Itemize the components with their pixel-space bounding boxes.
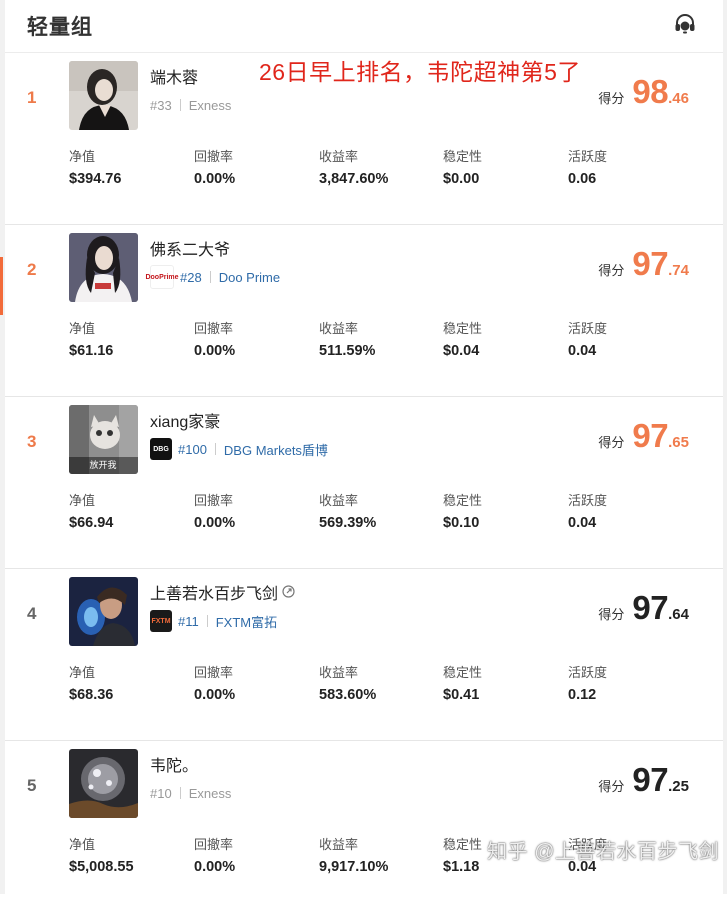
avatar[interactable] — [69, 749, 138, 818]
broker-name[interactable]: Doo Prime — [219, 270, 280, 285]
divider — [209, 271, 211, 283]
rank-number: 5 — [27, 776, 37, 795]
score-label: 得分 — [598, 91, 625, 106]
account-number[interactable]: #28 — [180, 270, 202, 285]
divider — [214, 443, 216, 455]
stat-drawdown: 回撤率 0.00% — [194, 149, 236, 187]
account-info: #33 Exness — [150, 95, 231, 115]
broker-name[interactable]: DBG Markets盾博 — [224, 440, 328, 459]
watermark: 知乎 @上善若水百步飞剑 — [487, 841, 719, 863]
account-info: #10 Exness — [150, 783, 231, 803]
stat-net-value: 净值 $68.36 — [69, 665, 114, 703]
stat-net-value: 净值 $66.94 — [69, 493, 114, 531]
rank-number: 3 — [27, 432, 37, 451]
broker-name: Exness — [188, 97, 232, 113]
divider — [206, 615, 208, 627]
score: 得分 97 .64 — [598, 589, 689, 627]
ranking-list: 1 端木蓉 #33 Exness 得分 98 .46 净值 $394.76 回撤… — [0, 53, 723, 912]
account-info: DooPrime #28 Doo Prime — [145, 265, 280, 289]
rank-number: 4 — [27, 604, 37, 623]
score: 得分 97 .74 — [598, 245, 689, 283]
divider — [179, 787, 181, 799]
score-integer: 97 — [632, 589, 669, 626]
broker-name: Exness — [188, 785, 232, 801]
score-integer: 97 — [632, 761, 669, 798]
group-header: 轻量组 — [5, 0, 723, 53]
divider — [179, 99, 181, 111]
stat-net-value: 净值 $61.16 — [69, 321, 114, 359]
trader-name[interactable]: xiang家豪 — [150, 408, 220, 432]
trader-name[interactable]: 韦陀。 — [150, 752, 198, 776]
stat-activity: 活跃度 0.04 — [568, 493, 608, 531]
stat-net-value: 净值 $5,008.55 — [69, 837, 134, 875]
score: 得分 98 .46 — [598, 73, 689, 111]
stat-net-value: 净值 $394.76 — [69, 149, 122, 187]
account-number: #33 — [150, 97, 172, 113]
stat-drawdown: 回撤率 0.00% — [194, 493, 236, 531]
external-link-icon[interactable] — [282, 585, 295, 598]
score: 得分 97 .65 — [598, 417, 689, 455]
stat-return: 收益率 511.59% — [319, 321, 376, 359]
avatar[interactable] — [69, 61, 138, 130]
rank-number: 1 — [27, 88, 37, 107]
stat-stability: 稳定性 $0.00 — [443, 149, 483, 187]
window-right-edge — [723, 0, 727, 894]
account-info: DBG #100 DBG Markets盾博 — [150, 438, 328, 460]
trader-name[interactable]: 上善若水百步飞剑 — [150, 580, 295, 604]
avatar[interactable]: 放开我 — [69, 405, 138, 474]
avatar[interactable] — [69, 233, 138, 302]
stat-activity: 活跃度 0.06 — [568, 149, 608, 187]
stat-return: 收益率 3,847.60% — [319, 149, 389, 187]
stat-stability: 稳定性 $0.41 — [443, 665, 483, 703]
score: 得分 97 .25 — [598, 761, 689, 799]
account-number[interactable]: #100 — [178, 442, 207, 457]
broker-logo: DooPrime — [145, 265, 179, 289]
ranking-card[interactable]: 4 上善若水百步飞剑 FXTM #11 FXTM富拓 得分 97 .64 净值 … — [5, 569, 723, 741]
trader-name[interactable]: 佛系二大爷 — [150, 236, 230, 260]
stat-stability: 稳定性 $0.10 — [443, 493, 483, 531]
stats-row: 净值 $61.16 回撤率 0.00% 收益率 511.59% 稳定性 $0.0… — [69, 318, 723, 362]
stat-return: 收益率 569.39% — [319, 493, 377, 531]
headset-icon[interactable] — [673, 12, 697, 36]
stat-return: 收益率 9,917.10% — [319, 837, 389, 875]
score-decimal: .65 — [668, 434, 689, 451]
score-label: 得分 — [598, 607, 625, 622]
score-integer: 98 — [632, 73, 669, 110]
ranking-card[interactable]: 2 佛系二大爷 DooPrime #28 Doo Prime 得分 97 .74 — [0, 225, 723, 397]
stat-stability: 稳定性 $1.18 — [443, 837, 483, 875]
stat-drawdown: 回撤率 0.00% — [194, 321, 236, 359]
score-label: 得分 — [598, 435, 625, 450]
score-decimal: .74 — [668, 262, 689, 279]
score-integer: 97 — [632, 245, 669, 282]
trader-name[interactable]: 端木蓉 — [150, 64, 198, 88]
broker-logo: FXTM — [150, 610, 172, 632]
account-info: FXTM #11 FXTM富拓 — [150, 610, 277, 632]
score-decimal: .25 — [668, 778, 689, 795]
account-number: #10 — [150, 785, 172, 801]
annotation-overlay: 26日早上排名，韦陀超神第5了 — [259, 59, 581, 85]
stat-stability: 稳定性 $0.04 — [443, 321, 483, 359]
ranking-card[interactable]: 3 放开我 xiang家豪 DBG #100 DBG Markets盾博 得分 … — [5, 397, 723, 569]
stat-return: 收益率 583.60% — [319, 665, 377, 703]
stats-row: 净值 $68.36 回撤率 0.00% 收益率 583.60% 稳定性 $0.4… — [69, 662, 723, 706]
account-number[interactable]: #11 — [178, 614, 199, 629]
rank-number: 2 — [27, 260, 37, 279]
score-decimal: .64 — [668, 606, 689, 623]
stat-activity: 活跃度 0.04 — [568, 321, 608, 359]
broker-logo: DBG — [150, 438, 172, 460]
page-title: 轻量组 — [27, 16, 93, 39]
stats-row: 净值 $394.76 回撤率 0.00% 收益率 3,847.60% 稳定性 $… — [69, 146, 723, 190]
stats-row: 净值 $66.94 回撤率 0.00% 收益率 569.39% 稳定性 $0.1… — [69, 490, 723, 534]
score-label: 得分 — [598, 263, 625, 278]
score-label: 得分 — [598, 779, 625, 794]
score-decimal: .46 — [668, 90, 689, 107]
score-integer: 97 — [632, 417, 669, 454]
stat-drawdown: 回撤率 0.00% — [194, 665, 236, 703]
ranking-card[interactable]: 5 韦陀。 #10 Exness 得分 97 .25 净值 $5,008.55 … — [5, 741, 723, 912]
broker-name[interactable]: FXTM富拓 — [216, 612, 277, 631]
avatar-caption: 放开我 — [89, 459, 116, 471]
stat-drawdown: 回撤率 0.00% — [194, 837, 236, 875]
avatar[interactable] — [69, 577, 138, 646]
stat-activity: 活跃度 0.12 — [568, 665, 608, 703]
